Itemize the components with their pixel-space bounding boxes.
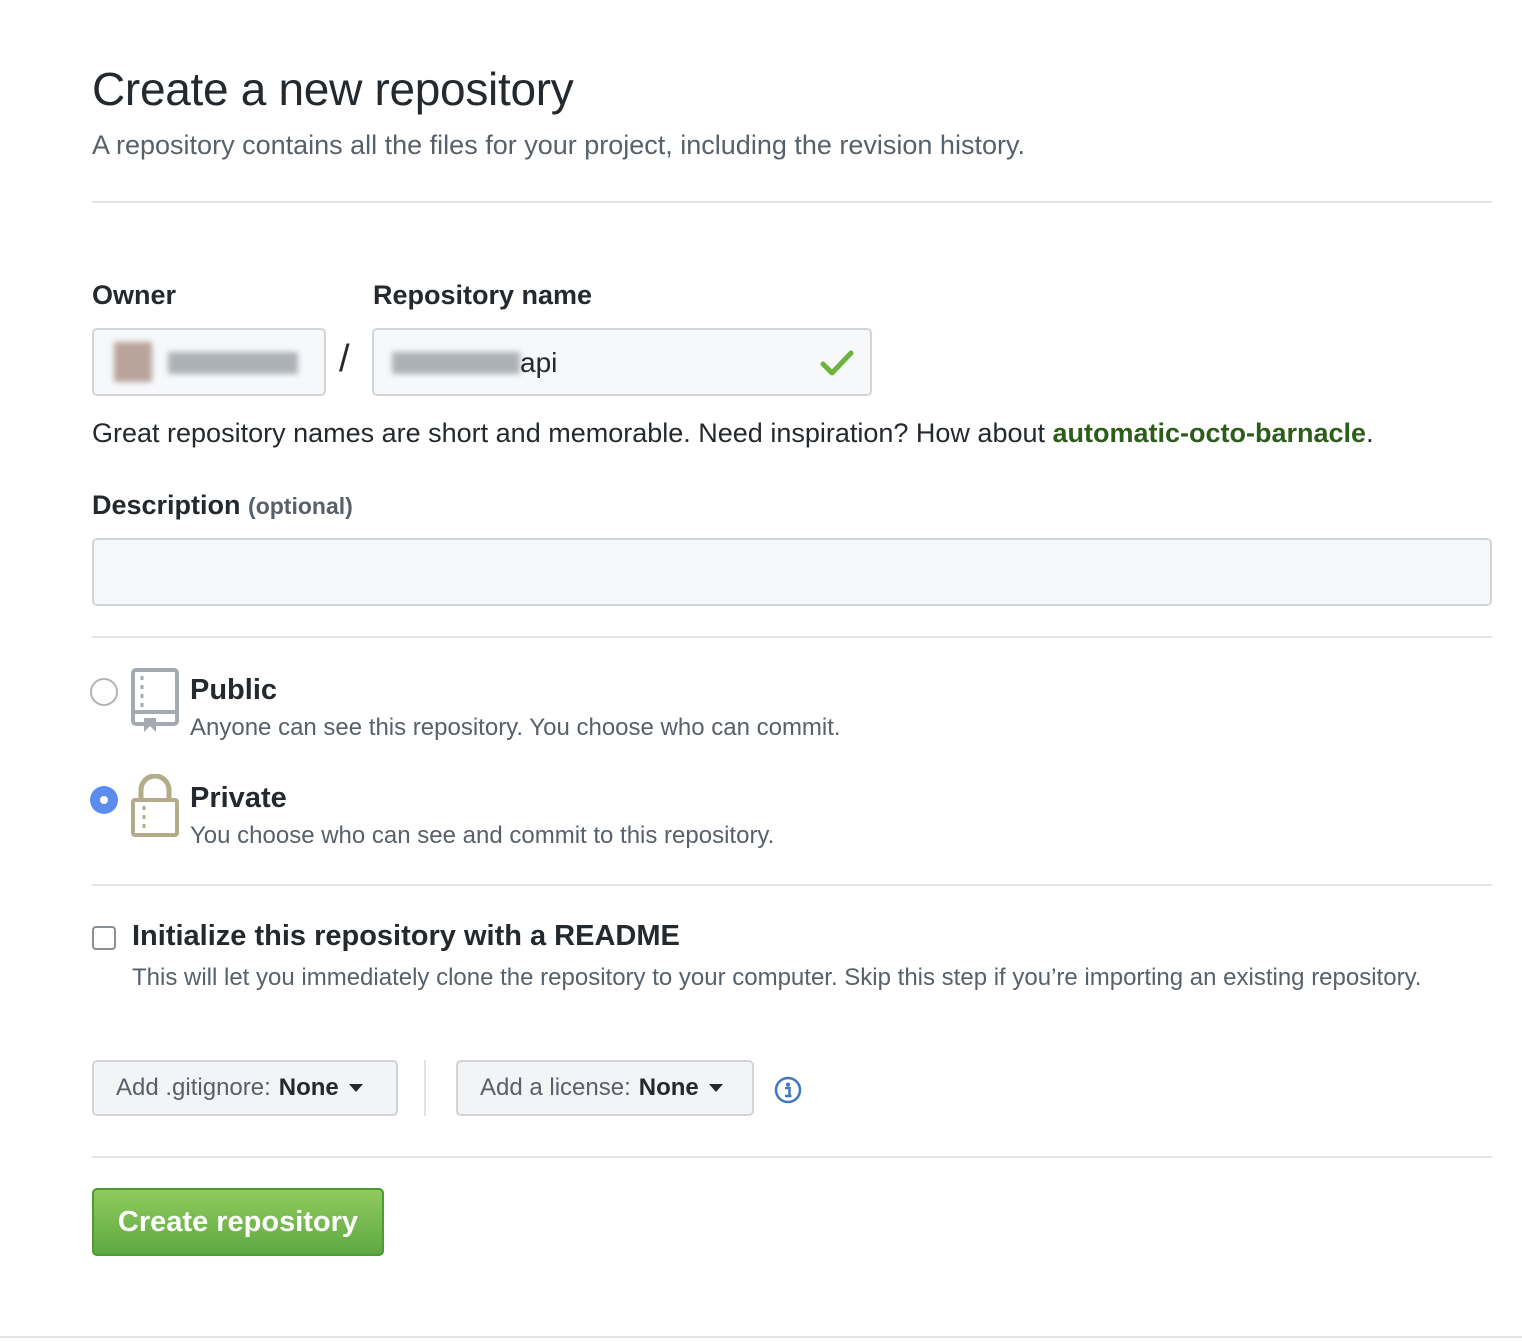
- owner-name-redacted: [168, 352, 298, 374]
- gitignore-label: Add .gitignore:: [116, 1074, 271, 1101]
- dropdown-separator: [424, 1060, 426, 1116]
- owner-repo-separator: /: [339, 338, 350, 380]
- caret-down-icon: [708, 1084, 723, 1092]
- visibility-private-desc: You choose who can see and commit to thi…: [190, 822, 775, 849]
- name-hint-text: Great repository names are short and mem…: [92, 418, 1053, 448]
- license-label: Add a license:: [480, 1074, 631, 1101]
- name-hint-end: .: [1366, 418, 1374, 448]
- check-icon: [820, 350, 854, 376]
- visibility-public-desc: Anyone can see this repository. You choo…: [190, 714, 841, 741]
- description-optional: (optional): [248, 493, 353, 519]
- divider: [0, 1336, 1522, 1338]
- description-label: Description (optional): [92, 490, 353, 521]
- owner-avatar: [114, 342, 152, 382]
- license-value: None: [638, 1074, 699, 1101]
- divider: [92, 1156, 1492, 1158]
- license-dropdown[interactable]: Add a license: None: [456, 1060, 754, 1116]
- visibility-private-title: Private: [190, 782, 287, 814]
- readme-checkbox[interactable]: [92, 926, 116, 950]
- description-input[interactable]: [92, 538, 1492, 606]
- repository-name-redacted: [392, 352, 520, 374]
- gitignore-value: None: [278, 1074, 339, 1101]
- owner-select[interactable]: [92, 328, 326, 396]
- info-icon[interactable]: [774, 1076, 802, 1104]
- divider: [92, 201, 1492, 203]
- owner-label: Owner: [92, 280, 177, 310]
- page-title: Create a new repository: [92, 63, 574, 115]
- repo-book-icon: [131, 668, 179, 732]
- gitignore-dropdown[interactable]: Add .gitignore: None: [92, 1060, 398, 1116]
- visibility-public-title: Public: [190, 674, 278, 706]
- caret-down-icon: [348, 1084, 363, 1092]
- create-repository-button[interactable]: Create repository: [92, 1188, 384, 1256]
- divider: [92, 636, 1492, 638]
- page-subtitle: A repository contains all the files for …: [92, 130, 1025, 160]
- repository-name-input[interactable]: api: [372, 328, 872, 396]
- lock-icon: [131, 774, 179, 837]
- visibility-public-radio[interactable]: [90, 678, 118, 706]
- repository-name-label: Repository name: [373, 280, 593, 310]
- readme-title: Initialize this repository with a README: [132, 920, 680, 952]
- repository-name-value: api: [520, 347, 558, 378]
- name-hint: Great repository names are short and mem…: [92, 418, 1374, 449]
- description-label-text: Description: [92, 490, 241, 520]
- divider: [92, 884, 1492, 886]
- readme-desc: This will let you immediately clone the …: [132, 964, 1422, 991]
- visibility-private-radio[interactable]: [90, 786, 118, 814]
- name-suggestion-link[interactable]: automatic-octo-barnacle: [1053, 418, 1367, 448]
